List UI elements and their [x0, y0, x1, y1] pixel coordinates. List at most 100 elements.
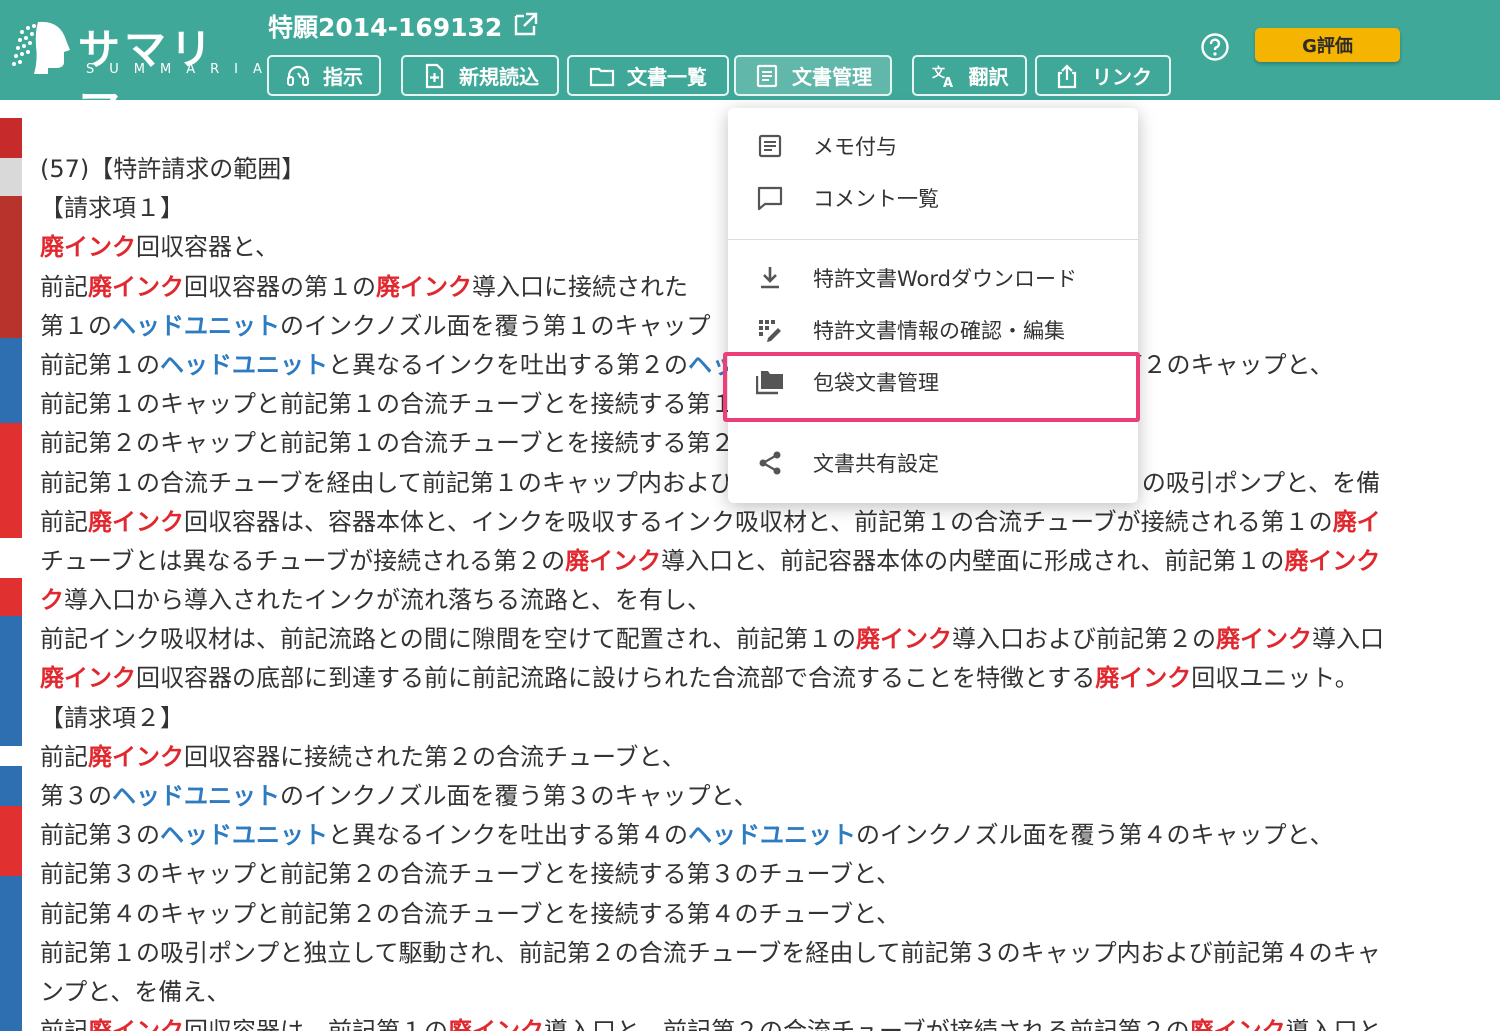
keyword-highlight: 廃インク	[856, 625, 952, 654]
keyword-highlight: 廃インク	[88, 1017, 184, 1031]
claim-text: 回収ユニット。	[1191, 664, 1359, 693]
keyword-highlight: 廃インク	[88, 742, 184, 771]
keyword-highlight: ク	[40, 586, 64, 615]
keyword-highlight: 廃イ	[1332, 507, 1381, 536]
edit-grid-icon	[759, 320, 781, 342]
nav-doc-manage-button[interactable]: 文書管理	[734, 55, 892, 96]
claim-text-line: 前記廃インク回収容器は、前記第１の廃インク導入口と、前記第２の合流チューブが接続…	[40, 1012, 1500, 1031]
folder-outline-icon	[589, 67, 615, 86]
keyword-highlight: ヘッドユニット	[160, 821, 328, 850]
menu-item-share-settings[interactable]: 文書共有設定	[728, 437, 1138, 489]
claim-text: 導入口と、前記第２の合流チューブが接続される前記第２の	[544, 1017, 1190, 1031]
claim-text: (57)【特許請求の範囲】	[40, 155, 306, 183]
claim-text-line: 廃インク回収容器の底部に到達する前に前記流路に設けられた合流部で合流することを特…	[40, 659, 1500, 698]
menu-item-add-memo[interactable]: メモ付与	[728, 120, 1138, 172]
claim-text: と異なるインクを吐出する第２の	[328, 350, 688, 379]
menu-item-comment-list[interactable]: コメント一覧	[728, 172, 1138, 224]
nav-link-button[interactable]: リンク	[1035, 55, 1171, 96]
menu-item-word-download[interactable]: 特許文書Wordダウンロード	[728, 252, 1138, 304]
comment-icon	[757, 186, 783, 211]
claim-text: 導入口と	[1286, 1017, 1382, 1031]
claim-text: 前記	[40, 507, 88, 536]
claim-text: 前記インク吸収材は、前記流路との間に隙間を空けて配置され、前記第１の	[40, 625, 856, 654]
nav-translate-button[interactable]: 文 A 翻訳	[912, 55, 1027, 96]
claim-text: 前記第３のキャップと前記第２の合流チューブとを接続する第３のチューブと、	[40, 860, 901, 889]
nav-doc-list-button[interactable]: 文書一覧	[567, 55, 729, 96]
nav-doc-list-label: 文書一覧	[627, 65, 707, 89]
nav-instruction-button[interactable]: 指示	[267, 55, 381, 96]
keyword-highlight: ヘッドユニット	[112, 782, 280, 810]
claim-text: 第３の	[40, 782, 112, 810]
claim-text: 前記	[40, 1017, 88, 1031]
claim-text: と異なるインクを吐出する第４の	[328, 821, 688, 850]
claim-text: 前記第１の	[40, 350, 160, 379]
nav-translate-label: 翻訳	[968, 65, 1009, 89]
claim-text: 前記第１の合流チューブを経由して前記第１のキャップ内および前記第２のキャップ内を…	[40, 468, 1381, 497]
nav-link-label: リンク	[1092, 65, 1152, 89]
claim-text: 導入口と、前記容器本体の内壁面に形成され、前記第１の	[661, 546, 1285, 575]
menu-item-label: 文書共有設定	[813, 452, 939, 476]
document-lines-icon	[756, 64, 778, 87]
claim-text: のインクノズル面を覆う第１のキャップ	[280, 311, 711, 340]
nav-instruction-label: 指示	[323, 65, 363, 89]
keyword-highlight: 廃インク	[448, 1017, 544, 1031]
claim-text: チューブとは異なるチューブが接続される第２の	[40, 546, 566, 575]
claim-text: 前記第４のキャップと前記第２の合流チューブとを接続する第４のチューブと、	[40, 899, 901, 928]
translate-icon: 文 A	[932, 65, 953, 89]
claim-text: 回収容器は、前記第１の	[184, 1017, 448, 1031]
claim-text: 導入口	[1312, 625, 1384, 654]
nav-new-load-button[interactable]: 新規読込	[401, 55, 559, 96]
keyword-highlight: 廃インク	[565, 546, 662, 575]
keyword-highlight: 廃インク	[40, 664, 136, 693]
menu-item-info-edit[interactable]: 特許文書情報の確認・編集	[728, 304, 1138, 356]
claim-text: ンプと、を備え、	[40, 977, 231, 1006]
keyword-highlight: 廃インク	[88, 272, 184, 301]
share-out-icon	[1057, 63, 1077, 88]
claim-text: 導入口および前記第２の	[952, 625, 1216, 654]
g-eval-button[interactable]: G評価	[1255, 28, 1400, 62]
summaria-logo[interactable]: サマリア SUMMARIA	[8, 14, 262, 135]
claim-text-line: 前記廃インク回収容器に接続された第２の合流チューブと、	[40, 738, 1500, 777]
help-icon[interactable]	[1200, 32, 1230, 62]
share-icon	[759, 451, 781, 475]
keyword-highlight: 廃インク	[376, 272, 472, 301]
nav-doc-manage-label: 文書管理	[792, 65, 872, 89]
menu-item-label: 特許文書Wordダウンロード	[813, 267, 1077, 291]
download-icon	[761, 267, 779, 289]
keyword-highlight: 廃インク	[1190, 1017, 1286, 1031]
keyword-highlight: ヘッドユニット	[688, 821, 856, 850]
claim-text-line: 前記第３のキャップと前記第２の合流チューブとを接続する第３のチューブと、	[40, 855, 1500, 894]
logo-head-icon	[12, 21, 70, 74]
claim-text: のインクノズル面を覆う第３のキャップと、	[280, 782, 758, 810]
keyword-highlight: ヘッドユニット	[112, 311, 280, 340]
claim-text: 【請求項２】	[40, 703, 184, 732]
claim-text: 【請求項１】	[40, 194, 184, 223]
open-external-icon[interactable]	[512, 10, 540, 38]
claim-text: のインクノズル面を覆う第４のキャップと、	[856, 821, 1334, 850]
keyword-highlight: 廃インク	[88, 507, 184, 536]
claim-text: 導入口に接続された	[472, 272, 688, 301]
claim-text: 導入口から導入されたインクが流れ落ちる流路と、を有し、	[64, 586, 712, 615]
claim-text-line: 前記第１の吸引ポンプと独立して駆動され、前記第２の合流チューブを経由して前記第３…	[40, 934, 1500, 973]
menu-divider	[728, 239, 1138, 240]
memo-icon	[758, 134, 782, 158]
claim-text: 前記第１の吸引ポンプと独立して駆動され、前記第２の合流チューブを経由して前記第３…	[40, 938, 1381, 967]
menu-item-label: メモ付与	[813, 135, 897, 159]
svg-text:A: A	[943, 76, 953, 89]
claim-text-line: 前記インク吸収材は、前記流路との間に隙間を空けて配置され、前記第１の廃インク導入…	[40, 620, 1500, 659]
app-header: サマリア SUMMARIA 特願2014-169132 指示 新規読込 文書一覧	[0, 0, 1500, 135]
claim-color-strip	[0, 118, 22, 1031]
keyword-highlight: 廃インク	[40, 233, 136, 262]
selection-highlight	[723, 352, 1140, 422]
claim-text: 回収容器は、容器本体と、インクを吸収するインク吸収材と、前記第１の合流チューブが…	[184, 507, 1333, 536]
claim-text: 回収容器の底部に到達する前に前記流路に設けられた合流部で合流することを特徴とする	[136, 664, 1096, 693]
claim-text-line: ンプと、を備え、	[40, 973, 1500, 1012]
keyword-highlight: 廃インク	[1216, 625, 1312, 654]
claim-text-line: ク導入口から導入されたインクが流れ落ちる流路と、を有し、	[40, 581, 1500, 620]
claim-text: 回収容器の第１の	[184, 272, 376, 301]
doc-manage-dropdown: メモ付与 コメント一覧 特許文書Wordダウンロード 特許文書情報の確認・編集	[728, 108, 1138, 503]
claim-text: 前記	[40, 272, 88, 301]
logo-text-en: SUMMARIA	[86, 62, 277, 77]
claim-text: 第１の	[40, 311, 112, 340]
claim-text-line: 【請求項２】	[40, 699, 1500, 738]
